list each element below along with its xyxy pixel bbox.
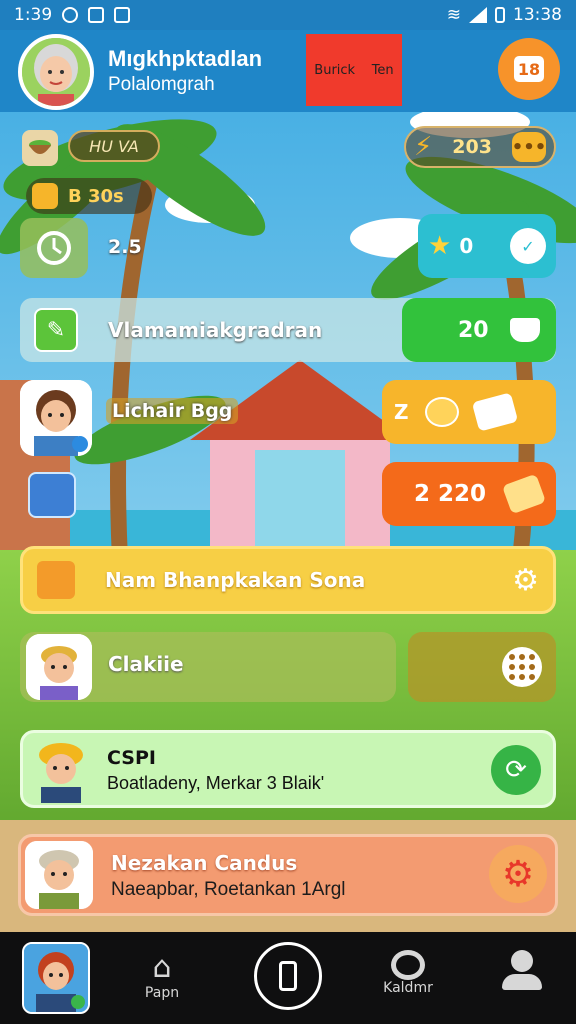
player-name: Mıgkhpktadlan <box>108 46 263 71</box>
shield-icon <box>37 561 75 599</box>
contact-title: Nezakan Candus <box>111 851 298 875</box>
player-avatar[interactable] <box>18 34 94 110</box>
person-body <box>502 974 542 990</box>
lightning-icon: ⚡ <box>414 132 433 162</box>
notification-count: 18 <box>514 56 544 82</box>
star-card[interactable]: ★ 0 ✓ <box>418 214 556 278</box>
bag-icon <box>32 183 58 209</box>
status-time-left: 1:39 <box>14 5 53 25</box>
refresh-icon: ⟳ <box>505 755 527 785</box>
event-banner[interactable]: Nam Bhanpkakan Sona ⚙ <box>20 546 556 614</box>
map-icon[interactable] <box>28 472 76 518</box>
nav-profile[interactable] <box>482 950 562 990</box>
refresh-button[interactable]: ⟳ <box>491 745 541 795</box>
tag-chip[interactable]: HU VA <box>68 130 160 162</box>
wifi-icon: ≋ <box>446 5 461 25</box>
alarm-icon <box>62 7 79 23</box>
task-label: Vlamamiakgradran <box>108 318 323 342</box>
gear-icon[interactable]: ⚙ <box>512 563 539 598</box>
promo-banner-right: Ten <box>371 62 394 78</box>
bag-value: B 30s <box>68 185 124 207</box>
player-subtitle: Polalomgrah <box>108 74 215 95</box>
notification-icon <box>88 7 105 23</box>
promo-banner[interactable]: Burick Ten <box>306 34 402 106</box>
status-bar: 1:39 ≋ 13:38 <box>0 0 576 30</box>
star-icon: ★ <box>428 231 452 261</box>
cup-icon <box>510 318 540 342</box>
nav-home[interactable]: ⌂ Papn <box>122 950 202 1001</box>
timer-value: 2.5 <box>108 236 142 258</box>
player-avatar-card[interactable] <box>20 380 92 456</box>
gear-icon: ⚙ <box>501 853 535 895</box>
dice-card[interactable] <box>408 632 556 702</box>
friend-title: CSPI <box>107 747 156 769</box>
orange-value: 2 220 <box>414 481 487 507</box>
dice-icon[interactable] <box>502 647 542 687</box>
clan-avatar <box>26 634 92 700</box>
player-card-name: Lichair Bgg <box>106 398 239 424</box>
friend-avatar <box>27 735 95 803</box>
profile-header: Mıgkhpktadlan Polalomgrah Burick Ten 18 <box>0 30 576 112</box>
nav-home-label: Papn <box>144 985 180 1001</box>
ticket-icon <box>471 392 518 432</box>
timer-icon <box>37 231 71 265</box>
status-time-right: 13:38 <box>513 5 562 25</box>
battery-icon <box>495 7 505 23</box>
nav-profile-avatar[interactable] <box>22 942 90 1014</box>
friend-row[interactable]: CSPI Boatladeny, Merkar 3 Blaik' ⟳ <box>20 730 556 808</box>
signal-icon <box>469 7 487 23</box>
message-icon <box>114 7 131 23</box>
tools-icon: ✎ <box>34 308 78 352</box>
quest-card[interactable]: Z <box>382 380 556 444</box>
orange-reward-card[interactable]: 2 220 <box>382 462 556 526</box>
promo-banner-left: Burick <box>314 62 356 78</box>
contact-subtitle: Naeapbar, Roetankan 1Argl <box>111 879 346 900</box>
clan-label: Clakiie <box>108 652 184 676</box>
task-value: 20 <box>458 317 489 343</box>
contact-avatar <box>25 841 93 909</box>
clan-row[interactable]: Clakiie <box>20 632 396 702</box>
star-value: 0 <box>459 234 474 258</box>
notification-button[interactable]: 18 <box>498 38 560 100</box>
settings-button[interactable]: ⚙ <box>489 845 547 903</box>
bowl-icon[interactable] <box>22 130 58 166</box>
quest-letter: Z <box>394 400 409 424</box>
home-icon: ⌂ <box>152 950 172 985</box>
coins-pill[interactable]: ⚡ 203 ••• <box>404 126 556 168</box>
bottom-navigation: ⌂ Papn Kaldmr <box>0 932 576 1024</box>
check-icon[interactable]: ✓ <box>510 228 546 264</box>
chat-bubble-icon <box>424 397 459 427</box>
person-icon <box>511 950 533 972</box>
timer-button[interactable] <box>20 218 88 278</box>
nav-chat[interactable]: Kaldmr <box>368 950 448 996</box>
friend-subtitle: Boatladeny, Merkar 3 Blaik' <box>107 773 325 793</box>
task-reward-card[interactable]: 20 <box>402 298 556 362</box>
contact-row[interactable]: Nezakan Candus Naeapbar, Roetankan 1Argl… <box>18 834 558 916</box>
coins-value: 203 <box>452 136 492 158</box>
bag-pill[interactable]: B 30s <box>26 178 152 214</box>
event-banner-label: Nam Bhanpkakan Sona <box>105 568 366 592</box>
nav-center-button[interactable] <box>254 942 322 1010</box>
phone-icon <box>279 961 297 991</box>
coupon-icon <box>501 473 547 515</box>
nav-chat-label: Kaldmr <box>383 980 433 996</box>
coins-more-button[interactable]: ••• <box>512 132 546 162</box>
chat-icon <box>391 950 425 980</box>
